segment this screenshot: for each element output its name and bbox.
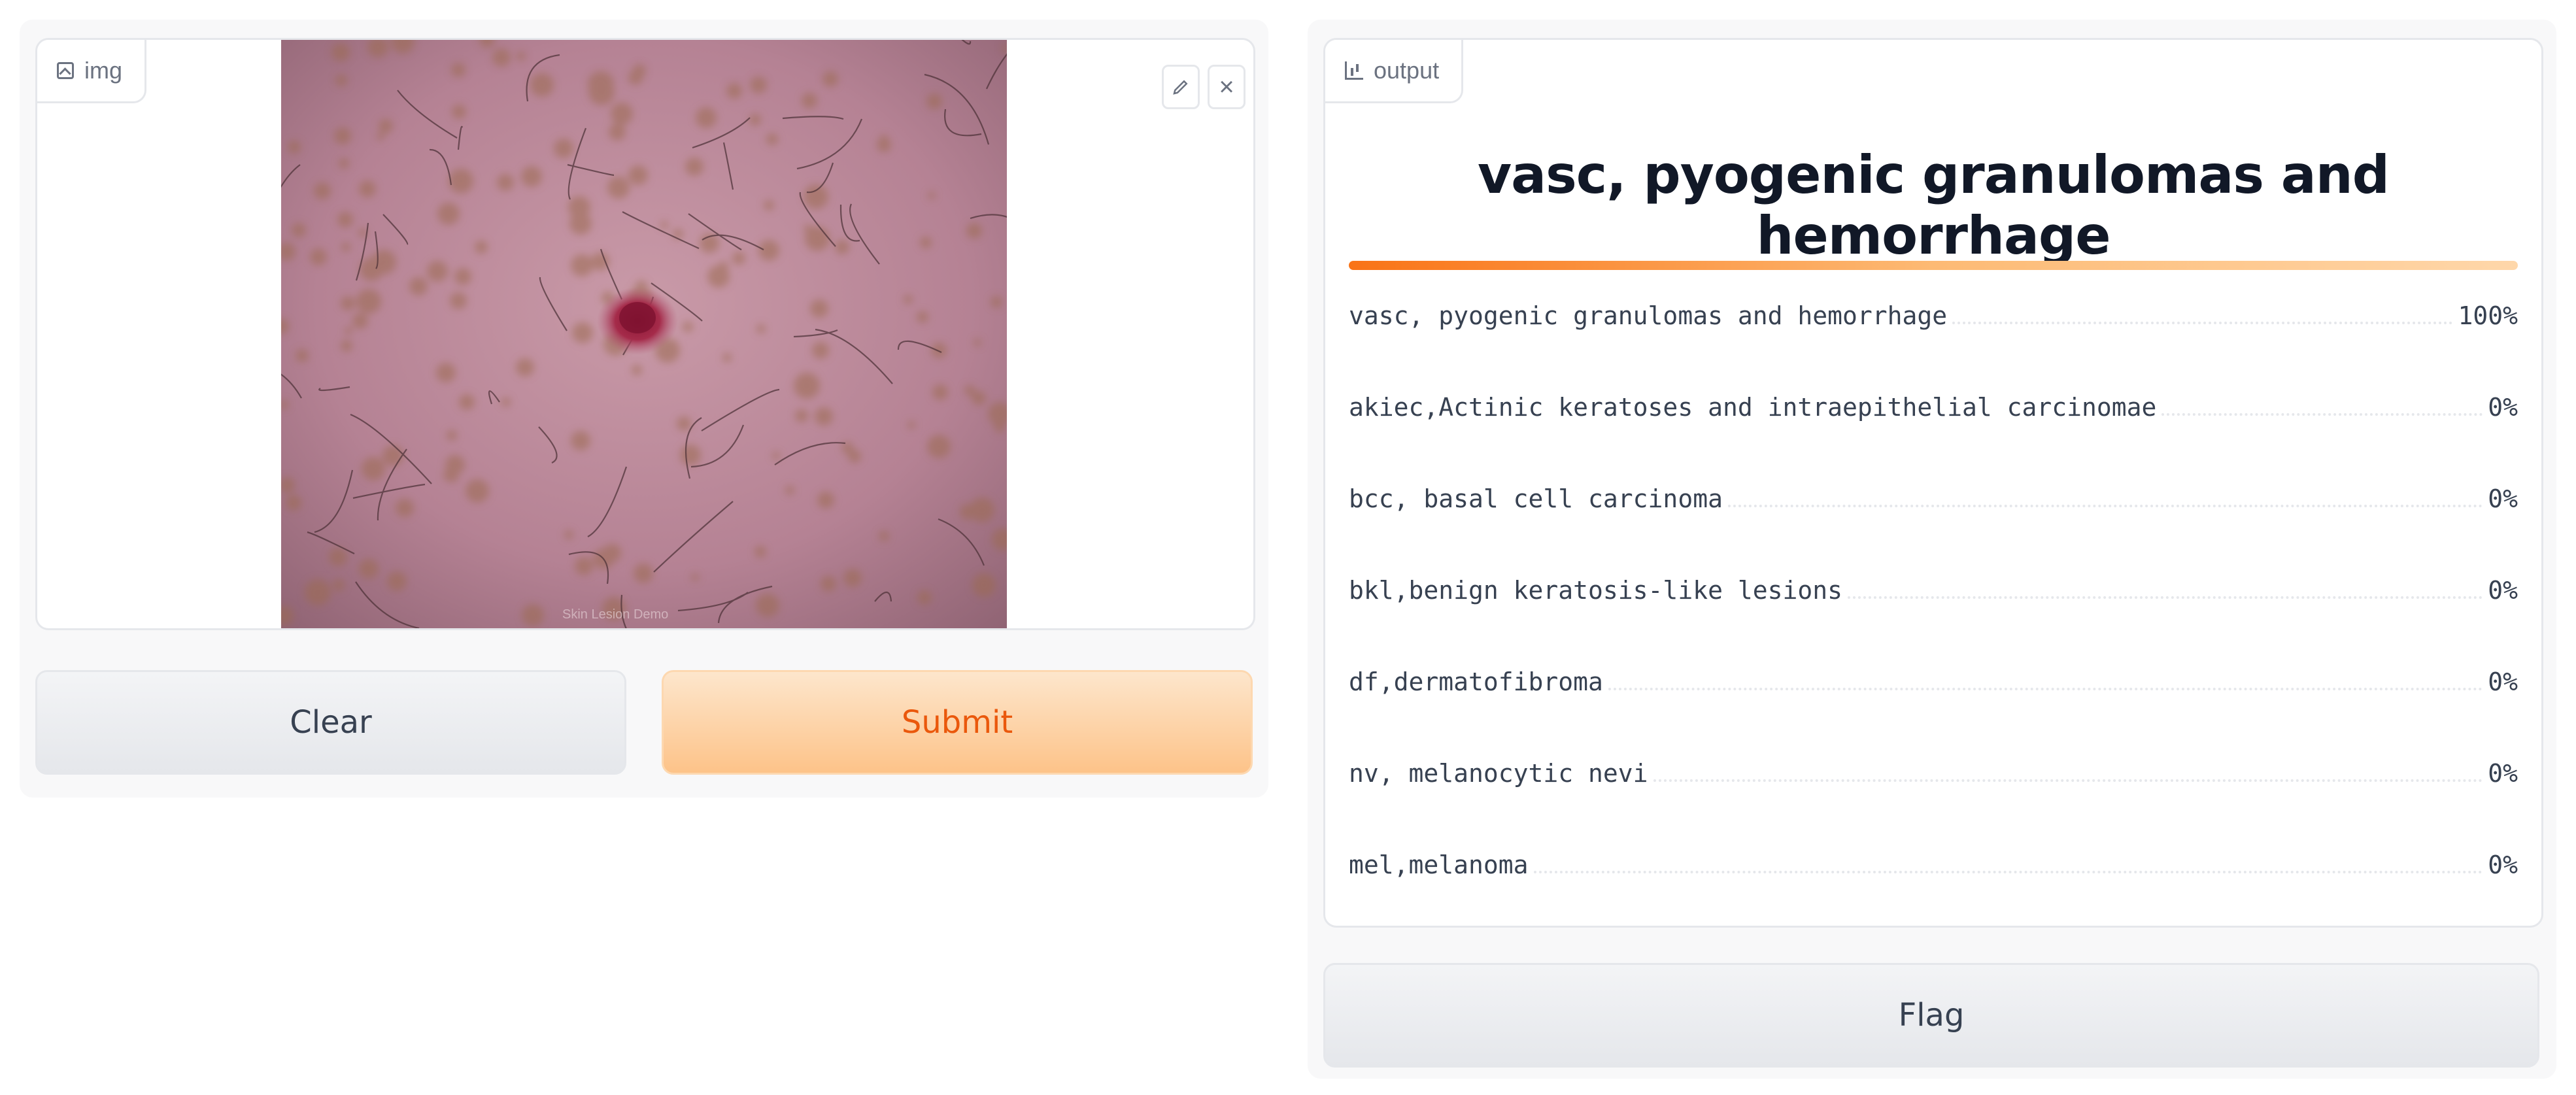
confidence-list: vasc, pyogenic granulomas and hemorrhage… xyxy=(1349,270,2518,911)
class-label: bkl,benign keratosis-like lesions xyxy=(1349,576,1842,605)
clear-button[interactable]: Clear xyxy=(35,670,626,775)
uploaded-skin-image: Skin Lesion Demo xyxy=(281,40,1007,628)
output-label: output xyxy=(1325,40,1464,103)
class-confidence: 0% xyxy=(2488,393,2518,422)
submit-button[interactable]: Submit xyxy=(662,670,1253,775)
pencil-icon[interactable] xyxy=(1162,65,1200,109)
input-column: Skin Lesion Demo img × Clear Submit xyxy=(20,20,1268,798)
image-icon xyxy=(57,62,74,79)
class-label: mel,melanoma xyxy=(1349,851,1529,879)
class-confidence: 0% xyxy=(2488,759,2518,788)
chart-icon xyxy=(1345,61,1363,80)
class-confidence: 0% xyxy=(2488,667,2518,696)
image-input-panel[interactable]: Skin Lesion Demo img × xyxy=(35,38,1255,630)
class-confidence: 0% xyxy=(2488,851,2518,879)
class-label: bcc, basal cell carcinoma xyxy=(1349,484,1723,513)
confidence-row: nv, melanocytic nevi 0% xyxy=(1349,728,2518,819)
confidence-row: akiec,Actinic keratoses and intraepithel… xyxy=(1349,362,2518,453)
image-label: img xyxy=(37,40,147,103)
class-label: nv, melanocytic nevi xyxy=(1349,759,1648,788)
image-watermark: Skin Lesion Demo xyxy=(562,607,668,622)
close-icon[interactable]: × xyxy=(1208,65,1246,109)
confidence-row: vasc, pyogenic granulomas and hemorrhage… xyxy=(1349,270,2518,362)
class-label: vasc, pyogenic granulomas and hemorrhage xyxy=(1349,301,1948,330)
confidence-row: df,dermatofibroma 0% xyxy=(1349,636,2518,728)
flag-button[interactable]: Flag xyxy=(1323,963,2539,1068)
top-confidence-bar xyxy=(1349,261,2518,270)
class-label: akiec,Actinic keratoses and intraepithel… xyxy=(1349,393,2157,422)
output-column: output vasc, pyogenic granulomas and hem… xyxy=(1308,20,2556,1079)
class-confidence: 0% xyxy=(2488,484,2518,513)
output-label-text: output xyxy=(1374,57,1440,84)
confidence-row: bkl,benign keratosis-like lesions 0% xyxy=(1349,545,2518,636)
class-label: df,dermatofibroma xyxy=(1349,667,1603,696)
confidence-row: bcc, basal cell carcinoma 0% xyxy=(1349,453,2518,545)
confidence-row: mel,melanoma 0% xyxy=(1349,819,2518,911)
class-confidence: 100% xyxy=(2458,301,2518,330)
top-prediction-title: vasc, pyogenic granulomas and hemorrhage xyxy=(1478,144,2390,266)
output-panel: output vasc, pyogenic granulomas and hem… xyxy=(1323,38,2543,928)
image-label-text: img xyxy=(84,57,123,84)
class-confidence: 0% xyxy=(2488,576,2518,605)
